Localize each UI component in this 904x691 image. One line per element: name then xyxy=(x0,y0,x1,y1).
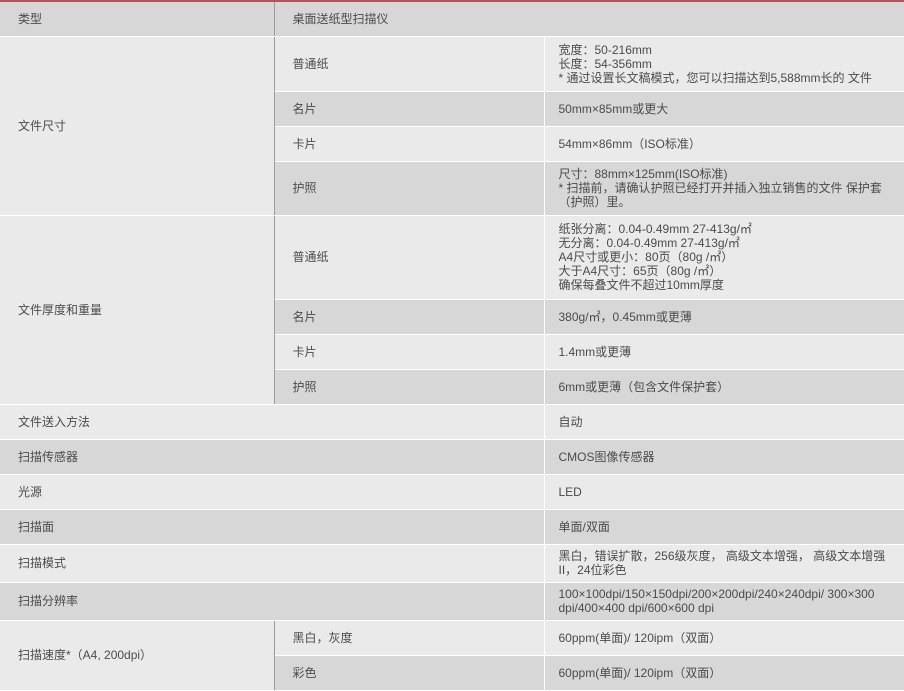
doc-size-value-card: 50mm×85mm或更大 xyxy=(544,91,904,127)
doc-size-sub-card: 名片 xyxy=(274,91,545,127)
feed-method-label: 文件送入方法 xyxy=(0,404,545,440)
thickness-value-plain: 纸张分离：0.04-0.49mm 27-413g/㎡ 无分离：0.04-0.49… xyxy=(544,215,904,300)
scan-speed-sub-mono: 黑白，灰度 xyxy=(274,620,545,656)
scan-mode-row: 扫描模式 黑白，错误扩散，256级灰度， 高级文本增强， 高级文本增强 II，2… xyxy=(0,544,904,583)
value-line: 黑白，错误扩散，256级灰度， 高级文本增强， 高级文本增强 xyxy=(558,549,886,563)
value-line: 50mm×85mm或更大 xyxy=(558,101,669,116)
doc-size-sub-plain: 普通纸 xyxy=(274,36,545,92)
value-line: dpi/400×400 dpi/600×600 dpi xyxy=(558,601,714,615)
thickness-sub-card: 名片 xyxy=(274,299,545,335)
doc-size-row-plain: 文件尺寸 普通纸 宽度：50-216mm 长度：54-356mm * 通过设置长… xyxy=(0,36,904,216)
value-line: 大于A4尺寸：65页（80g /㎡） xyxy=(558,264,722,278)
light-source-label: 光源 xyxy=(0,474,545,510)
thickness-row-plain: 文件厚度和重量 普通纸 纸张分离：0.04-0.49mm 27-413g/㎡ 无… xyxy=(0,215,904,405)
value-line: * 通过设置长文稿模式，您可以扫描达到5,588mm长的 文件 xyxy=(558,70,872,85)
value-line: 单面/双面 xyxy=(558,519,610,534)
thickness-value-passport: 6mm或更薄（包含文件保护套） xyxy=(544,369,904,405)
doc-size-label: 文件尺寸 xyxy=(0,36,275,216)
value-line: 60ppm(单面)/ 120ipm（双面） xyxy=(558,665,722,680)
value-line: 无分离：0.04-0.49mm 27-413g/㎡ xyxy=(558,236,740,250)
value-line: 长度：54-356mm xyxy=(558,56,652,71)
doc-size-sub-passport: 护照 xyxy=(274,161,545,216)
scan-speed-sub-color: 彩色 xyxy=(274,655,545,691)
thickness-value-card: 380g/㎡，0.45mm或更薄 xyxy=(544,299,904,335)
scan-sensor-row: 扫描传感器 CMOS图像传感器 xyxy=(0,439,904,475)
scan-mode-value: 黑白，错误扩散，256级灰度， 高级文本增强， 高级文本增强 II，24位彩色 xyxy=(544,544,904,583)
resolution-label: 扫描分辨率 xyxy=(0,582,545,621)
spec-table: 类型 桌面送纸型扫描仪 文件尺寸 普通纸 宽度：50-216mm 长度：54-3… xyxy=(0,2,904,691)
value-line: II，24位彩色 xyxy=(558,563,627,577)
doc-size-sub-plastic-card: 卡片 xyxy=(274,126,545,162)
value-line: 6mm或更薄（包含文件保护套） xyxy=(558,379,730,394)
scan-sensor-label: 扫描传感器 xyxy=(0,439,545,475)
value-line: * 扫描前，请确认护照已经打开并插入独立销售的文件 保护套 xyxy=(558,181,882,195)
value-line: （护照）里。 xyxy=(558,195,631,209)
scan-side-value: 单面/双面 xyxy=(544,509,904,545)
value-line: 1.4mm或更薄 xyxy=(558,344,632,359)
doc-size-value-plain: 宽度：50-216mm 长度：54-356mm * 通过设置长文稿模式，您可以扫… xyxy=(544,36,904,92)
value-line: 纸张分离：0.04-0.49mm 27-413g/㎡ xyxy=(558,222,752,236)
thickness-sub-passport: 护照 xyxy=(274,369,545,405)
feed-method-row: 文件送入方法 自动 xyxy=(0,404,904,440)
resolution-row: 扫描分辨率 100×100dpi/150×150dpi/200×200dpi/2… xyxy=(0,582,904,621)
resolution-value: 100×100dpi/150×150dpi/200×200dpi/240×240… xyxy=(544,582,904,621)
spec-table-container: 类型 桌面送纸型扫描仪 文件尺寸 普通纸 宽度：50-216mm 长度：54-3… xyxy=(0,0,904,691)
value-line: 100×100dpi/150×150dpi/200×200dpi/240×240… xyxy=(558,587,875,601)
scan-speed-value-mono: 60ppm(单面)/ 120ipm（双面） xyxy=(544,620,904,656)
value-line: CMOS图像传感器 xyxy=(558,449,655,464)
doc-size-value-passport: 尺寸：88mm×125mm(ISO标准) * 扫描前，请确认护照已经打开并插入独… xyxy=(544,161,904,216)
feed-method-value: 自动 xyxy=(544,404,904,440)
scan-side-label: 扫描面 xyxy=(0,509,545,545)
value-line: 确保每叠文件不超过10mm厚度 xyxy=(558,278,724,292)
value-line: 60ppm(单面)/ 120ipm（双面） xyxy=(558,630,722,645)
type-value: 桌面送纸型扫描仪 xyxy=(274,2,904,37)
type-label: 类型 xyxy=(0,2,275,37)
scan-side-row: 扫描面 单面/双面 xyxy=(0,509,904,545)
scan-speed-row-mono: 扫描速度*（A4, 200dpi） 黑白，灰度 60ppm(单面)/ 120ip… xyxy=(0,620,904,691)
thickness-value-plastic-card: 1.4mm或更薄 xyxy=(544,334,904,370)
value-line: 自动 xyxy=(558,414,583,429)
type-row: 类型 桌面送纸型扫描仪 xyxy=(0,2,904,37)
light-source-row: 光源 LED xyxy=(0,474,904,510)
light-source-value: LED xyxy=(544,474,904,510)
value-line: 54mm×86mm（ISO标准） xyxy=(558,136,701,151)
value-line: 尺寸：88mm×125mm(ISO标准) xyxy=(558,167,728,181)
value-line: 380g/㎡，0.45mm或更薄 xyxy=(558,309,692,324)
thickness-sub-plain: 普通纸 xyxy=(274,215,545,300)
doc-size-value-plastic-card: 54mm×86mm（ISO标准） xyxy=(544,126,904,162)
scan-speed-value-color: 60ppm(单面)/ 120ipm（双面） xyxy=(544,655,904,691)
scan-speed-label: 扫描速度*（A4, 200dpi） xyxy=(0,620,275,691)
scan-sensor-value: CMOS图像传感器 xyxy=(544,439,904,475)
thickness-label: 文件厚度和重量 xyxy=(0,215,275,405)
value-line: 宽度：50-216mm xyxy=(558,42,652,57)
thickness-sub-plastic-card: 卡片 xyxy=(274,334,545,370)
value-line: A4尺寸或更小：80页（80g /㎡） xyxy=(558,250,734,264)
value-line: LED xyxy=(558,484,582,499)
scan-mode-label: 扫描模式 xyxy=(0,544,545,583)
